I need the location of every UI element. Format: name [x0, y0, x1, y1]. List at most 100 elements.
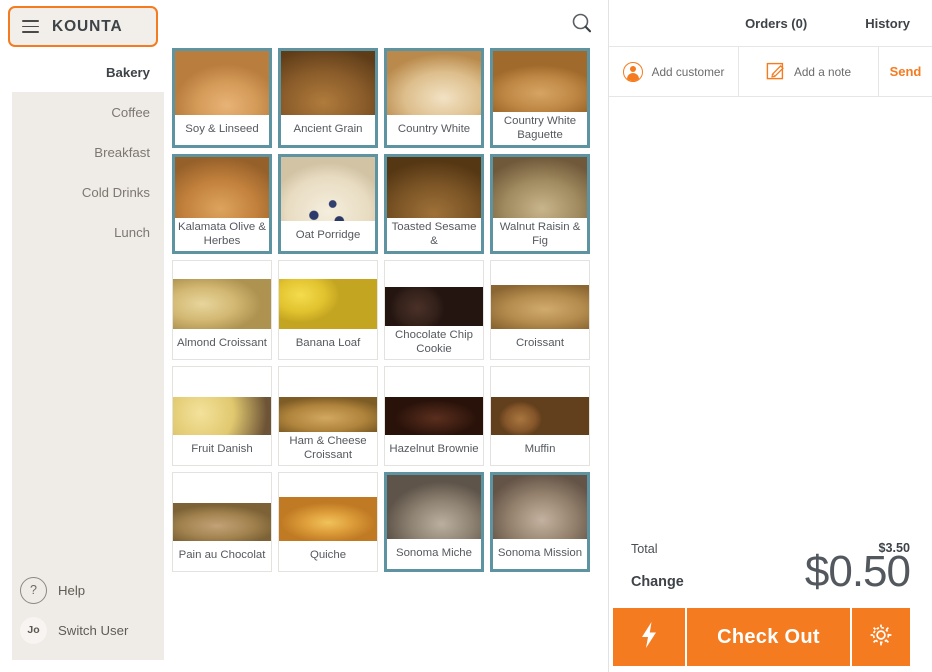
product-name: Quiche [279, 541, 377, 571]
product-topbar [164, 0, 608, 48]
product-tile[interactable]: Hazelnut Brownie [384, 366, 484, 466]
sidebar-item-label: Breakfast [94, 144, 150, 160]
product-tile[interactable]: Muffin [490, 366, 590, 466]
sidebar-item-label: Bakery [106, 64, 150, 80]
product-image [279, 497, 377, 541]
order-items-list[interactable] [609, 97, 932, 532]
product-name: Croissant [491, 329, 589, 359]
product-name: Banana Loaf [279, 329, 377, 359]
product-image [491, 397, 589, 435]
product-name: Chocolate Chip Cookie [385, 326, 483, 359]
change-amount: $0.50 [804, 547, 911, 596]
product-image [173, 503, 271, 541]
settings-button[interactable] [852, 608, 910, 666]
product-tile[interactable]: Sonoma Mission [490, 472, 590, 572]
product-name: Walnut Raisin & Fig [493, 218, 587, 251]
order-panel-header: Orders (0) History [609, 0, 932, 47]
total-label: Total [631, 542, 658, 556]
product-tile[interactable]: Quiche [278, 472, 378, 572]
sidebar-item-bakery[interactable]: Bakery [0, 52, 164, 92]
sidebar-item-coffee[interactable]: Coffee [0, 92, 164, 132]
product-image [279, 279, 377, 329]
check-out-label: Check Out [717, 625, 820, 648]
sidebar: KOUNTA Bakery Coffee Breakfast Cold Drin… [0, 0, 164, 672]
product-name: Hazelnut Brownie [385, 435, 483, 465]
brand-menu-button[interactable]: KOUNTA [8, 6, 158, 47]
product-name: Muffin [491, 435, 589, 465]
gear-icon [868, 622, 894, 653]
quick-pay-button[interactable] [613, 608, 685, 666]
sidebar-footer: ? Help Jo Switch User [0, 570, 164, 650]
switch-user-button[interactable]: Jo Switch User [0, 610, 164, 650]
change-label: Change [631, 574, 684, 590]
product-tile[interactable]: Walnut Raisin & Fig [490, 154, 590, 254]
product-image [173, 279, 271, 329]
add-customer-button[interactable]: Add customer [609, 47, 739, 96]
help-icon: ? [20, 576, 47, 604]
product-image [173, 397, 271, 435]
product-name: Sonoma Mission [493, 539, 587, 569]
product-name: Country White Baguette [493, 112, 587, 145]
order-totals: Total $3.50 Change $0.50 [609, 532, 932, 608]
product-name: Pain au Chocolat [173, 541, 271, 571]
product-tile[interactable]: Croissant [490, 260, 590, 360]
product-tile[interactable]: Country White [384, 48, 484, 148]
add-note-button[interactable]: Add a note [739, 47, 879, 96]
tab-orders[interactable]: Orders (0) [745, 16, 807, 31]
help-button[interactable]: ? Help [0, 570, 164, 610]
product-name: Ancient Grain [281, 115, 375, 145]
product-tile[interactable]: Oat Porridge [278, 154, 378, 254]
product-grid: Soy & Linseed Ancient Grain Country Whit… [168, 48, 604, 572]
product-image [385, 287, 483, 329]
help-label: Help [58, 582, 86, 598]
category-nav: Bakery Coffee Breakfast Cold Drinks Lunc… [0, 52, 164, 252]
check-out-button[interactable]: Check Out [687, 608, 850, 666]
product-tile[interactable]: Almond Croissant [172, 260, 272, 360]
sidebar-item-breakfast[interactable]: Breakfast [0, 132, 164, 172]
product-name: Country White [387, 115, 481, 145]
product-tile[interactable]: Pain au Chocolat [172, 472, 272, 572]
avatar: Jo [20, 616, 47, 644]
product-area: Soy & Linseed Ancient Grain Country Whit… [164, 0, 608, 672]
sidebar-item-label: Cold Drinks [81, 184, 150, 200]
product-tile[interactable]: Fruit Danish [172, 366, 272, 466]
product-tile[interactable]: Soy & Linseed [172, 48, 272, 148]
help-glyph: ? [30, 583, 37, 597]
sidebar-item-cold-drinks[interactable]: Cold Drinks [0, 172, 164, 212]
checkout-bar: Check Out [609, 608, 932, 666]
product-tile[interactable]: Country White Baguette [490, 48, 590, 148]
send-button[interactable]: Send [879, 47, 932, 96]
add-note-label: Add a note [793, 64, 852, 79]
product-tile[interactable]: Toasted Sesame & [384, 154, 484, 254]
add-customer-label: Add customer [651, 64, 725, 79]
sidebar-item-label: Coffee [111, 104, 150, 120]
person-circle-icon [622, 61, 643, 82]
product-name: Fruit Danish [173, 435, 271, 465]
product-image [279, 397, 377, 435]
sidebar-item-label: Lunch [114, 224, 150, 240]
order-actions: Add customer Add a note Send [609, 47, 932, 97]
switch-user-label: Switch User [58, 622, 129, 638]
product-name: Toasted Sesame & [387, 218, 481, 251]
product-tile[interactable]: Sonoma Miche [384, 472, 484, 572]
product-name: Oat Porridge [281, 221, 375, 251]
lightning-bolt-icon [636, 620, 662, 655]
tab-history[interactable]: History [865, 16, 910, 31]
product-tile[interactable]: Ham & Cheese Croissant [278, 366, 378, 466]
search-icon[interactable] [568, 10, 596, 38]
product-tile[interactable]: Ancient Grain [278, 48, 378, 148]
product-tile[interactable]: Banana Loaf [278, 260, 378, 360]
sidebar-item-lunch[interactable]: Lunch [0, 212, 164, 252]
product-name: Kalamata Olive & Herbes [175, 218, 269, 251]
product-name: Almond Croissant [173, 329, 271, 359]
brand-title: KOUNTA [52, 17, 123, 35]
product-name: Soy & Linseed [175, 115, 269, 145]
hamburger-icon[interactable] [22, 20, 39, 33]
pos-app: KOUNTA Bakery Coffee Breakfast Cold Drin… [0, 0, 932, 672]
order-panel: Orders (0) History Add customer Add a no… [608, 0, 932, 672]
note-pencil-icon [766, 61, 785, 83]
product-name: Ham & Cheese Croissant [279, 432, 377, 465]
product-tile[interactable]: Chocolate Chip Cookie [384, 260, 484, 360]
product-tile[interactable]: Kalamata Olive & Herbes [172, 154, 272, 254]
product-image [491, 285, 589, 329]
